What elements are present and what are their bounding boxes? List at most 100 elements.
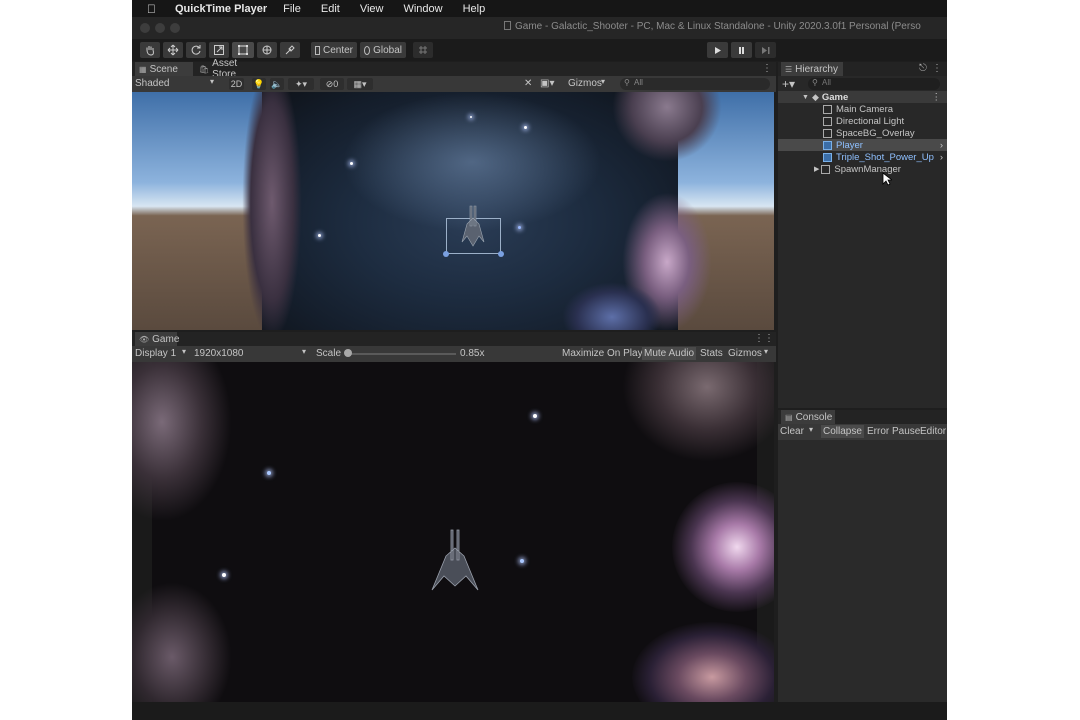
status-bar — [132, 702, 947, 720]
collapse-toggle[interactable]: Collapse — [821, 425, 864, 438]
quicktime-screen-recording:  QuickTime Player File Edit View Window… — [132, 0, 947, 720]
menu-help[interactable]: Help — [463, 3, 486, 15]
prefab-cube-icon — [823, 140, 832, 150]
error-pause-toggle[interactable]: Error Pause — [867, 426, 920, 437]
unity-file-icon — [504, 21, 511, 30]
hierarchy-item-spawn-manager[interactable]: ▶ SpawnManager — [778, 163, 947, 175]
close-window-button[interactable] — [140, 23, 150, 33]
grid-snap-icon[interactable] — [413, 42, 433, 58]
step-button[interactable] — [755, 42, 776, 58]
pivot-global-button[interactable]: Global — [360, 42, 406, 58]
prefab-cube-icon — [823, 152, 832, 162]
custom-tool-icon[interactable] — [280, 42, 300, 58]
prefab-open-arrow-icon[interactable]: › — [940, 152, 943, 163]
galaxy-top-left — [132, 362, 232, 522]
rect-handle[interactable] — [498, 251, 504, 257]
resolution-dropdown[interactable]: 1920x1080 — [194, 348, 244, 359]
scene-search-placeholder: All — [634, 78, 643, 87]
scene-gizmos-dropdown[interactable]: Gizmos — [568, 78, 602, 89]
hierarchy-item-triple-shot-power-up[interactable]: Triple_Shot_Power_Up › — [778, 151, 947, 163]
prefab-open-arrow-icon[interactable]: › — [940, 140, 943, 151]
scale-value: 0.85x — [460, 348, 485, 359]
scene-root-row[interactable]: ▼ ◆ Game ⋮ — [778, 91, 947, 103]
scale-tool-icon[interactable] — [209, 42, 229, 58]
scale-label: Scale — [316, 348, 342, 359]
camera-dropdown-icon[interactable]: ▣▾ — [540, 78, 554, 89]
transform-tool-icon[interactable] — [257, 42, 277, 58]
tab-scene-label: Scene — [149, 63, 178, 75]
game-panel-menu-icon[interactable]: ⋮ — [764, 333, 774, 344]
star — [470, 116, 472, 118]
scene-search-input[interactable]: ⚲ All — [620, 78, 770, 90]
galaxy-bottom-right — [632, 622, 774, 702]
tab-game[interactable]: 👁 Game — [135, 332, 180, 346]
console-tabbar: ▤ Console — [778, 410, 947, 424]
stats-toggle[interactable]: Stats — [700, 348, 723, 359]
grid-dropdown-icon[interactable]: ▦▾ — [347, 78, 373, 90]
player-ship-sprite[interactable] — [460, 204, 486, 248]
hierarchy-item-spacebg-overlay[interactable]: SpaceBG_Overlay — [778, 127, 947, 139]
asset-store-icon: 🛍 — [199, 64, 210, 74]
rotate-tool-icon[interactable] — [186, 42, 206, 58]
gameobject-cube-icon — [823, 116, 832, 126]
scene-panel-menu-icon[interactable]: ⋮ — [762, 63, 772, 74]
collapse-arrow-icon[interactable]: ▶ — [814, 165, 819, 173]
menu-window[interactable]: Window — [403, 3, 442, 15]
hierarchy-search-placeholder: All — [822, 78, 831, 87]
tab-hierarchy[interactable]: ☰ Hierarchy — [781, 62, 843, 76]
rect-tool-icon[interactable] — [232, 42, 254, 58]
effects-dropdown-icon[interactable]: ✦▾ — [288, 78, 314, 90]
minimize-window-button[interactable] — [155, 23, 165, 33]
menu-file[interactable]: File — [283, 3, 301, 15]
play-button[interactable] — [707, 42, 728, 58]
pivot-center-button[interactable]: Center — [311, 42, 357, 58]
hierarchy-menu-icon[interactable]: ⋮ — [932, 63, 942, 74]
create-button[interactable]: +▾ — [782, 77, 795, 91]
scene-viewport[interactable] — [132, 92, 774, 330]
game-gizmos-dropdown[interactable]: Gizmos — [728, 348, 762, 359]
pivot-icon — [315, 45, 320, 55]
menu-edit[interactable]: Edit — [321, 3, 340, 15]
hierarchy-item-player[interactable]: Player › — [778, 139, 947, 151]
hierarchy-lock-icon[interactable]: ⎋ — [919, 63, 927, 74]
pause-button[interactable] — [731, 42, 752, 58]
hierarchy-item-main-camera[interactable]: Main Camera — [778, 103, 947, 115]
tab-game-label: Game — [152, 333, 180, 345]
hierarchy-search-input[interactable]: ⚲ All — [808, 78, 940, 90]
maximize-on-play-toggle[interactable]: Maximize On Play — [562, 348, 643, 359]
lighting-icon[interactable]: 💡 — [252, 78, 266, 90]
clear-button[interactable]: Clear — [780, 426, 804, 437]
mute-audio-toggle[interactable]: Mute Audio — [642, 347, 697, 360]
console-toolbar: Clear ▾ Collapse Error Pause Editor — [778, 424, 947, 440]
hidden-objects-toggle[interactable]: ⊘ 0 — [320, 78, 344, 90]
game-tab-icon: 👁 — [139, 334, 150, 344]
rect-handle[interactable] — [443, 251, 449, 257]
scale-slider-thumb[interactable] — [344, 349, 352, 357]
move-tool-icon[interactable] — [163, 42, 183, 58]
clear-chevron-icon[interactable]: ▾ — [809, 425, 813, 434]
tab-scene[interactable]: ▦ Scene — [135, 62, 193, 76]
editor-dropdown[interactable]: Editor — [920, 426, 946, 437]
player-ship — [431, 529, 479, 591]
audio-icon[interactable]: 🔈 — [270, 78, 284, 90]
game-viewport[interactable] — [132, 362, 774, 702]
pivot-global-label: Global — [373, 44, 402, 56]
mode-2d-toggle[interactable]: 2D — [229, 78, 244, 90]
menu-view[interactable]: View — [360, 3, 384, 15]
tab-console[interactable]: ▤ Console — [781, 410, 835, 424]
tab-asset-store[interactable]: 🛍 Asset Store — [195, 58, 265, 80]
shading-mode-dropdown[interactable]: Shaded — [135, 78, 169, 89]
tools-icon[interactable]: ✕ — [524, 78, 532, 89]
zoom-window-button[interactable] — [170, 23, 180, 33]
hand-tool-icon[interactable] — [140, 42, 160, 58]
galaxy-top-right — [622, 362, 774, 462]
game-panel-lock-icon[interactable]: ⋮ — [754, 333, 764, 344]
hierarchy-item-directional-light[interactable]: Directional Light — [778, 115, 947, 127]
unity-scene-icon: ◆ — [811, 91, 819, 102]
scale-slider-track[interactable] — [346, 353, 456, 355]
display-dropdown[interactable]: Display 1 — [135, 348, 176, 359]
scene-menu-icon[interactable]: ⋮ — [932, 92, 942, 103]
game-gizmos-chevron-icon: ▾ — [764, 347, 769, 356]
apple-icon[interactable]:  — [147, 2, 165, 16]
app-menu-name[interactable]: QuickTime Player — [175, 3, 267, 15]
